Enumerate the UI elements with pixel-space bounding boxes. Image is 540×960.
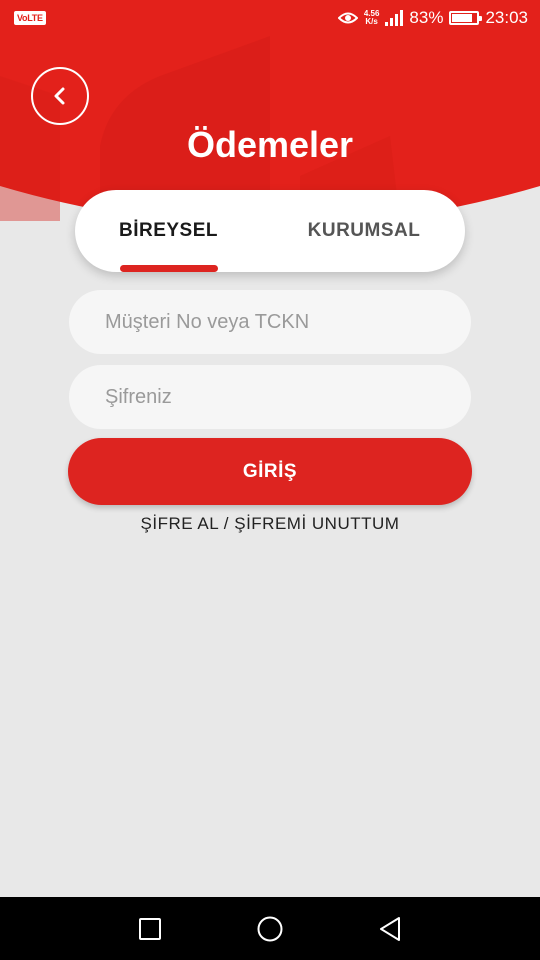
login-type-tabs: BİREYSEL KURUMSAL (75, 190, 465, 272)
battery-icon (449, 11, 483, 25)
battery-level (452, 14, 473, 22)
back-icon (380, 916, 400, 941)
recent-apps-button[interactable] (115, 897, 185, 960)
status-indicators: 4.56 K/s 83% 23:03 (337, 8, 528, 28)
customer-number-input[interactable] (69, 290, 471, 354)
system-nav-bar (0, 897, 540, 960)
status-bar: VoLTE 4.56 K/s 83% 23:03 (0, 0, 540, 36)
back-button[interactable] (31, 67, 89, 125)
tab-bireysel[interactable]: BİREYSEL (100, 190, 237, 272)
chevron-left-icon (54, 87, 65, 105)
net-speed: 4.56 K/s (363, 9, 380, 26)
active-tab-indicator (120, 265, 218, 272)
forgot-password-link[interactable]: ŞİFRE AL / ŞİFREMİ UNUTTUM (0, 514, 540, 534)
signal-icon (385, 10, 404, 26)
clock: 23:03 (485, 8, 528, 27)
home-icon (257, 916, 283, 941)
volte-icon: VoLTE (14, 11, 46, 25)
home-button[interactable] (235, 897, 305, 960)
page-title: Ödemeler (186, 124, 354, 165)
eye-icon (337, 12, 358, 24)
battery-percent: 83% (409, 8, 444, 27)
password-input[interactable] (69, 365, 471, 429)
login-button[interactable]: GİRİŞ (68, 438, 472, 505)
tab-kurumsal[interactable]: KURUMSAL (290, 190, 438, 272)
recent-apps-icon (139, 917, 161, 940)
system-back-button[interactable] (355, 897, 425, 960)
